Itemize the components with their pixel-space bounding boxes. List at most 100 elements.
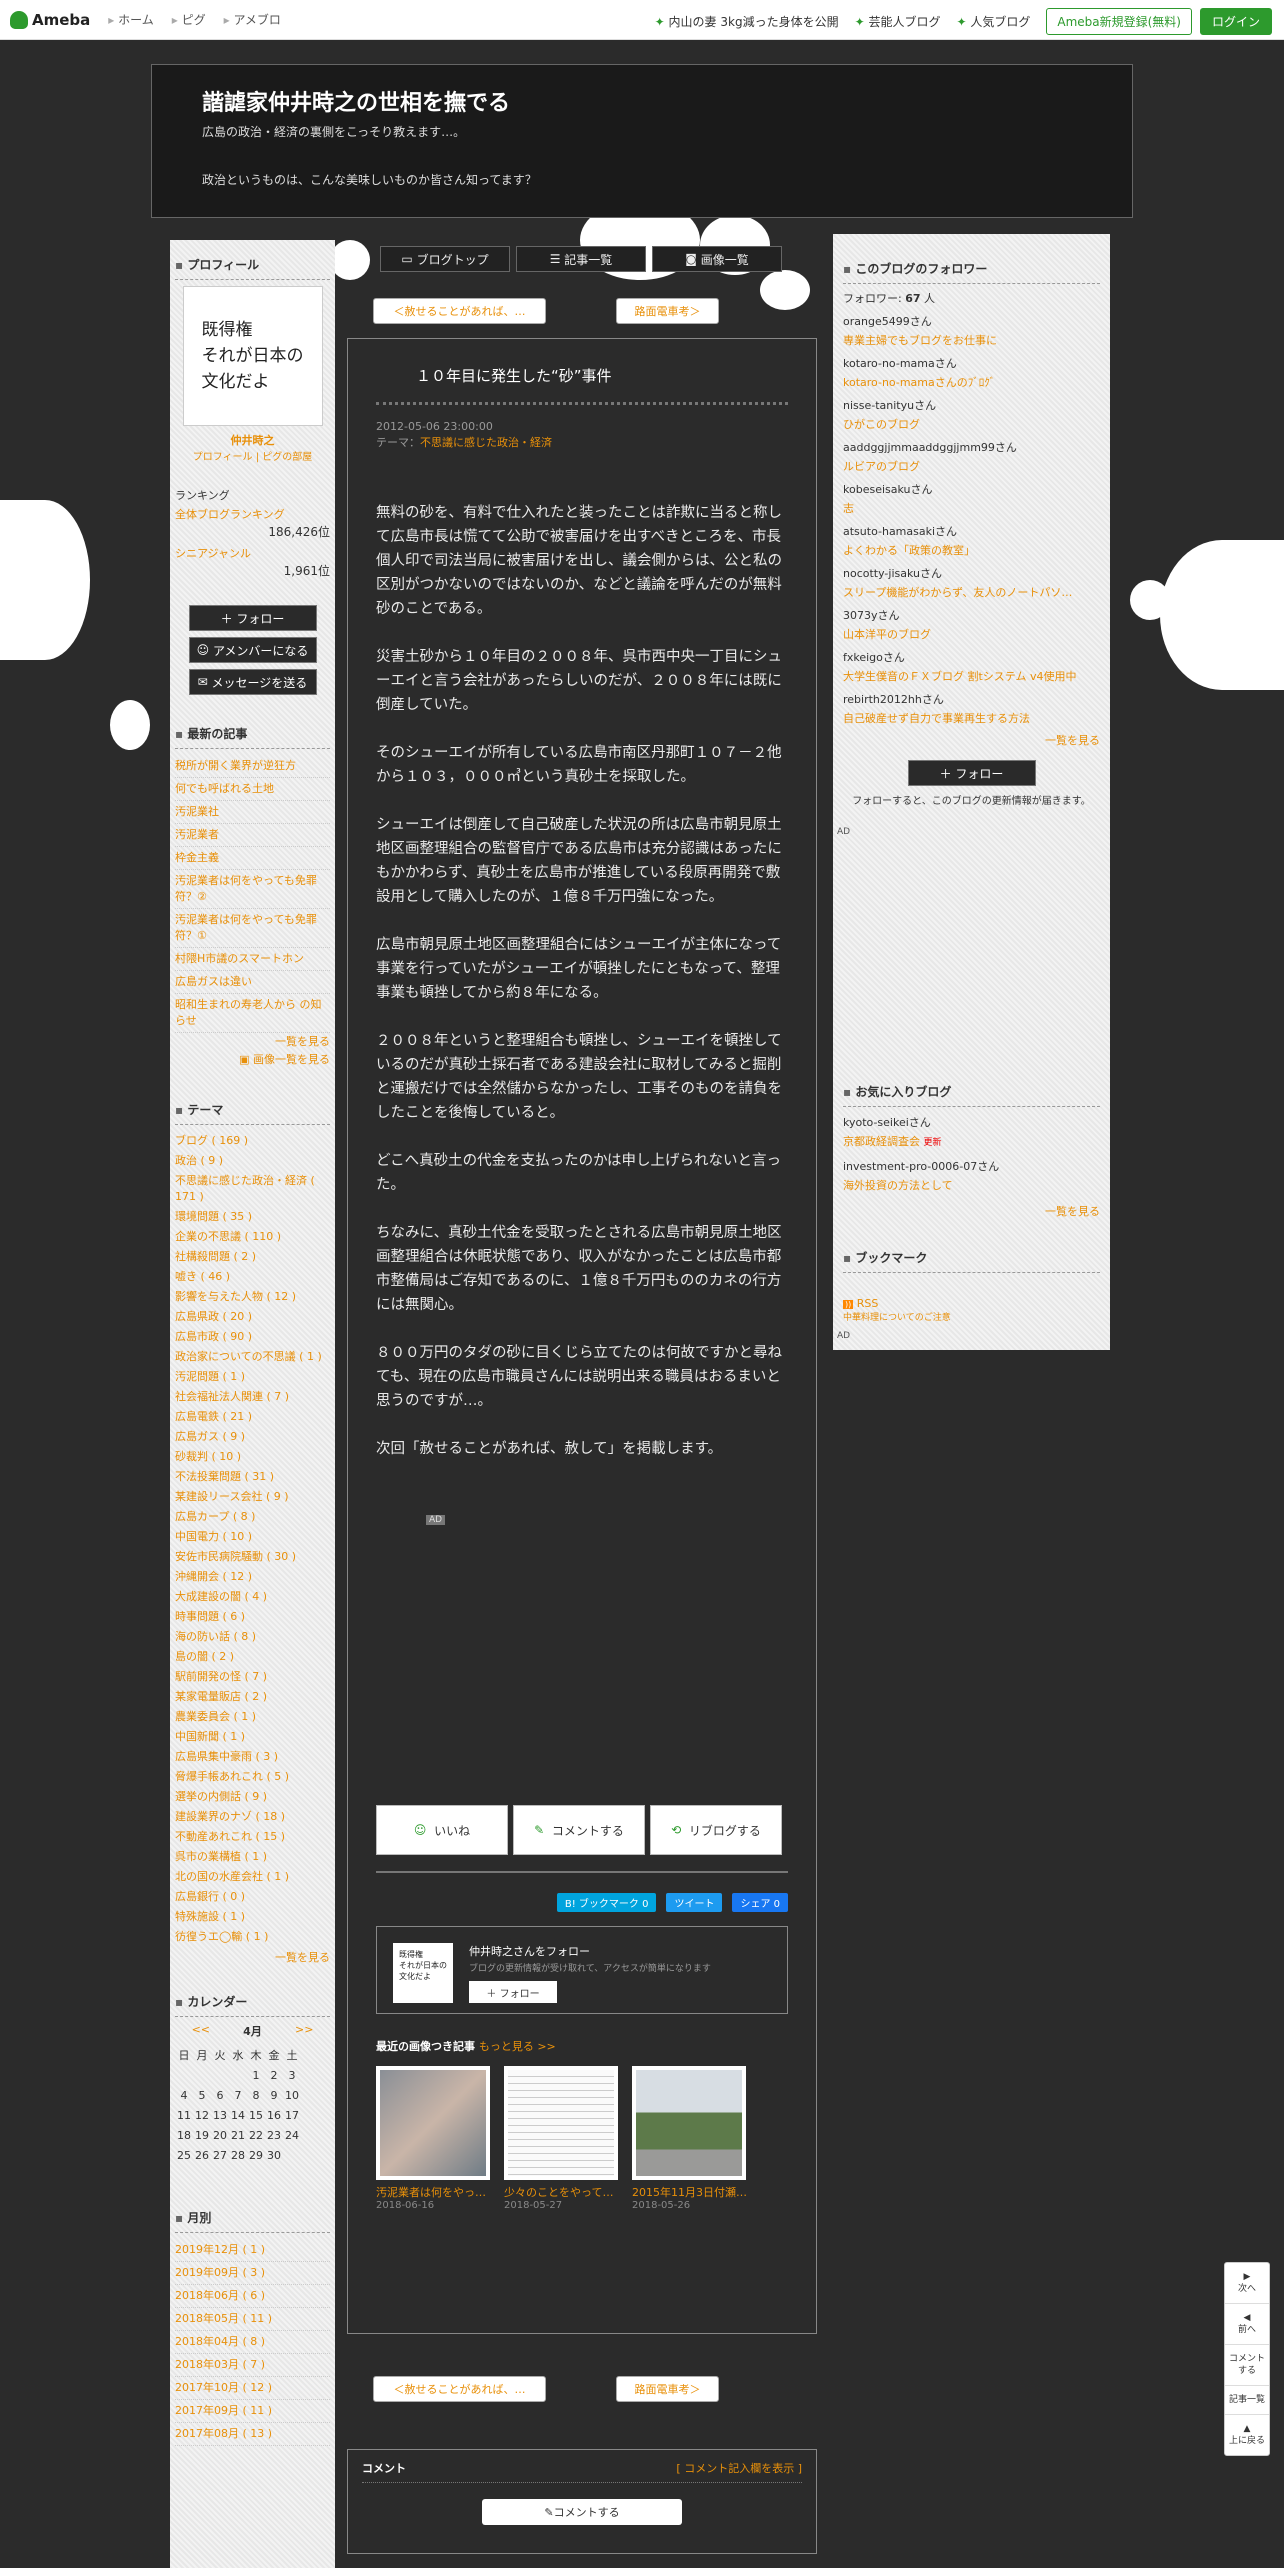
theme-item[interactable]: 不思議に感じた政治・経済 ( 171 ) (175, 1171, 330, 1207)
theme-item[interactable]: 広島電鉄 ( 21 ) (175, 1407, 330, 1427)
monthly-item[interactable]: 2018年06月 ( 6 ) (175, 2285, 330, 2308)
rss-link[interactable]: )) RSS (843, 1297, 1100, 1310)
comment-button[interactable]: ✎ コメントする (513, 1805, 645, 1855)
message-button[interactable]: ✉ メッセージを送る (188, 669, 317, 695)
recent-item[interactable]: 村隈H市議のスマートホン (175, 948, 330, 971)
nav-ameblo[interactable]: アメブロ (224, 11, 280, 28)
tweet-button[interactable]: ツイート (666, 1893, 723, 1912)
top-link-1[interactable]: 内山の妻 3kg減った身体を公開 (655, 13, 839, 30)
follower-blog[interactable]: kotaro-no-mamaさんのﾌﾞﾛｸﾞ (843, 373, 1100, 392)
profile-name[interactable]: 仲井時之 (175, 432, 330, 448)
calendar-day[interactable]: 29 (247, 2145, 265, 2165)
theme-item[interactable]: 大成建設の闇 ( 4 ) (175, 1587, 330, 1607)
follower-user[interactable]: 3073yさん (843, 606, 1100, 625)
calendar-day[interactable]: 28 (229, 2145, 247, 2165)
recent-image-list-link[interactable]: ▣ 画像一覧を見る (175, 1051, 330, 1069)
follower-user[interactable]: fxkeigoさん (843, 648, 1100, 667)
theme-item[interactable]: 海の防い話 ( 8 ) (175, 1627, 330, 1647)
entry-title[interactable]: １０年目に発生した“砂”事件 (376, 339, 788, 405)
comment-nav-button[interactable]: コメントする (1225, 2345, 1269, 2386)
top-link-3[interactable]: 人気ブログ (956, 13, 1030, 30)
rank2-label[interactable]: シニアジャンル (175, 546, 330, 562)
image-thumb[interactable]: 2015年11月3日付瀬… 2018-05-26 (632, 2066, 746, 2211)
image-thumb[interactable]: 汚泥業者は何をやっ… 2018-06-16 (376, 2066, 490, 2211)
recent-item[interactable]: 広島ガスは違い (175, 971, 330, 994)
follower-blog[interactable]: スリープ機能がわからず、友人のノートパソ… (843, 583, 1100, 602)
calendar-day[interactable]: 21 (229, 2125, 247, 2145)
theme-item[interactable]: 島の闇 ( 2 ) (175, 1647, 330, 1667)
nav-home[interactable]: ホーム (108, 11, 154, 28)
theme-item[interactable]: 嘘き ( 46 ) (175, 1267, 330, 1287)
calendar-day[interactable]: 1 (247, 2065, 265, 2085)
calendar-day[interactable]: 30 (265, 2145, 283, 2165)
follower-blog[interactable]: 山本洋平のブログ (843, 625, 1100, 644)
monthly-item[interactable]: 2018年04月 ( 8 ) (175, 2331, 330, 2354)
recent-more-link[interactable]: 一覧を見る (175, 1033, 330, 1051)
recent-item[interactable]: 汚泥業社 (175, 801, 330, 824)
monthly-item[interactable]: 2018年03月 ( 7 ) (175, 2354, 330, 2377)
calendar-next[interactable]: >> (295, 2023, 313, 2039)
image-thumb[interactable]: 少々のことをやって… 2018-05-27 (504, 2066, 618, 2211)
follower-blog[interactable]: よくわかる「政策の教室」 (843, 541, 1100, 560)
calendar-day[interactable]: 12 (193, 2105, 211, 2125)
article-list-nav-button[interactable]: 記事一覧 (1225, 2386, 1269, 2415)
follower-user[interactable]: orange5499さん (843, 312, 1100, 331)
theme-item[interactable]: 広島ガス ( 9 ) (175, 1427, 330, 1447)
login-button[interactable]: ログイン (1199, 8, 1272, 35)
calendar-day[interactable]: 25 (175, 2145, 193, 2165)
theme-item[interactable]: 広島市政 ( 90 ) (175, 1327, 330, 1347)
follow-box-button[interactable]: ＋ フォロー (469, 1981, 557, 2003)
calendar-day[interactable]: 19 (193, 2125, 211, 2145)
prev-entry-button[interactable]: ＜赦せることがあれば、… (373, 298, 546, 324)
calendar-day[interactable]: 18 (175, 2125, 193, 2145)
tab-article-list[interactable]: ☰ 記事一覧 (516, 246, 646, 272)
prev-nav-button[interactable]: ◀ 前へ (1225, 2304, 1269, 2345)
hatena-bookmark-button[interactable]: B! ブックマーク 0 (556, 1893, 657, 1912)
theme-item[interactable]: 中国電力 ( 10 ) (175, 1527, 330, 1547)
calendar-day[interactable]: 3 (283, 2065, 301, 2085)
follower-user[interactable]: atsuto-hamasakiさん (843, 522, 1100, 541)
theme-more-link[interactable]: 一覧を見る (175, 1947, 330, 1969)
theme-item[interactable]: 脅爆手帳あれこれ ( 5 ) (175, 1767, 330, 1787)
recent-item[interactable]: 汚泥業者 (175, 824, 330, 847)
calendar-day[interactable]: 16 (265, 2105, 283, 2125)
facebook-share-button[interactable]: シェア 0 (732, 1893, 788, 1912)
calendar-day[interactable]: 14 (229, 2105, 247, 2125)
follower-user[interactable]: nisse-tanityuさん (843, 396, 1100, 415)
monthly-item[interactable]: 2018年05月 ( 11 ) (175, 2308, 330, 2331)
theme-item[interactable]: 呉市の業構植 ( 1 ) (175, 1847, 330, 1867)
calendar-day[interactable]: 26 (193, 2145, 211, 2165)
tab-blog-top[interactable]: ▭ ブログトップ (380, 246, 510, 272)
theme-item[interactable]: 広島銀行 ( 0 ) (175, 1887, 330, 1907)
follower-user[interactable]: rebirth2012hhさん (843, 690, 1100, 709)
theme-item[interactable]: 広島カープ ( 8 ) (175, 1507, 330, 1527)
next-entry-button[interactable]: 路面電車考＞ (616, 298, 719, 324)
theme-item[interactable]: 安佐市民病院騒動 ( 30 ) (175, 1547, 330, 1567)
theme-item[interactable]: 影響を与えた人物 ( 12 ) (175, 1287, 330, 1307)
theme-item[interactable]: 沖縄開会 ( 12 ) (175, 1567, 330, 1587)
follow-thumb[interactable]: 既得権 それが日本の 文化だよ (393, 1943, 453, 2003)
like-button[interactable]: ☺ いいね (376, 1805, 508, 1855)
calendar-day[interactable]: 8 (247, 2085, 265, 2105)
calendar-day[interactable]: 15 (247, 2105, 265, 2125)
theme-item[interactable]: 不動産あれこれ ( 15 ) (175, 1827, 330, 1847)
theme-item[interactable]: 社構殺問題 ( 2 ) (175, 1247, 330, 1267)
calendar-day[interactable]: 23 (265, 2125, 283, 2145)
recent-item[interactable]: 昭和生まれの寿老人から の知らせ (175, 994, 330, 1033)
theme-item[interactable]: 北の国の水産会社 ( 1 ) (175, 1867, 330, 1887)
next-nav-button[interactable]: ▶ 次へ (1225, 2263, 1269, 2304)
theme-item[interactable]: 駅前開発の怪 ( 7 ) (175, 1667, 330, 1687)
favorite-user[interactable]: investment-pro-0006-07さん (843, 1157, 1100, 1176)
theme-item[interactable]: 政治 ( 9 ) (175, 1151, 330, 1171)
follower-blog[interactable]: 自己破産せず自力で事業再生する方法 (843, 709, 1100, 728)
monthly-item[interactable]: 2019年09月 ( 3 ) (175, 2262, 330, 2285)
show-comment-form-link[interactable]: [ コメント記入欄を表示 ] (676, 2460, 802, 2476)
profile-image[interactable]: 既得権 それが日本の 文化だよ (182, 286, 323, 426)
favorite-blog[interactable]: 海外投資の方法として (843, 1176, 1100, 1195)
calendar-day[interactable]: 5 (193, 2085, 211, 2105)
theme-item[interactable]: 砂裁判 ( 10 ) (175, 1447, 330, 1467)
theme-item[interactable]: 建設業界のナゾ ( 18 ) (175, 1807, 330, 1827)
theme-item[interactable]: 彷徨うエ◯輸 ( 1 ) (175, 1927, 330, 1947)
amember-button[interactable]: ☺ アメンバーになる (188, 637, 317, 663)
calendar-day[interactable]: 17 (283, 2105, 301, 2125)
